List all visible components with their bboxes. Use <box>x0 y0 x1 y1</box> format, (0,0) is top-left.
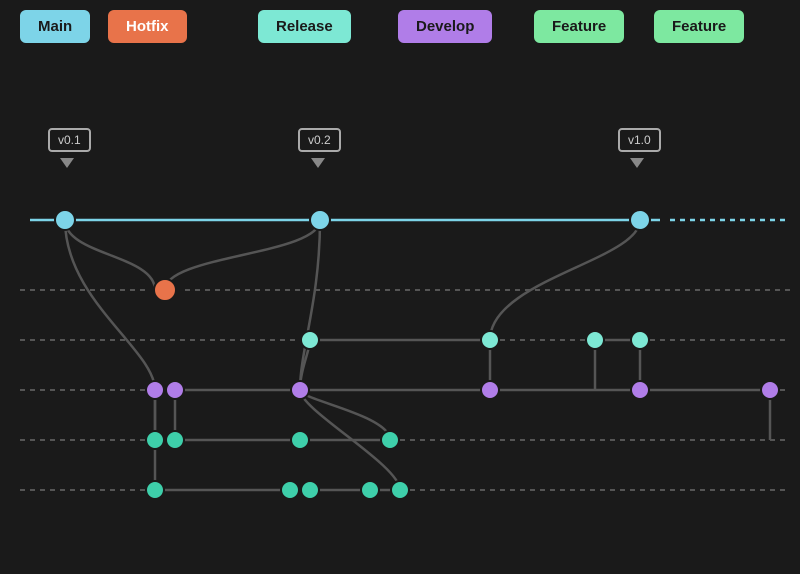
version-v10: v1.0 <box>618 128 661 152</box>
arrow-v01 <box>60 158 74 168</box>
branch-hotfix: Hotfix <box>108 10 187 43</box>
version-v02: v0.2 <box>298 128 341 152</box>
git-flow-diagram: Main Hotfix Release Develop Feature Feat… <box>0 0 800 574</box>
branch-release: Release <box>258 10 351 43</box>
branch-main: Main <box>20 10 90 43</box>
arrow-v10 <box>630 158 644 168</box>
version-v01: v0.1 <box>48 128 91 152</box>
branch-feature2: Feature <box>654 10 744 43</box>
branch-develop: Develop <box>398 10 492 43</box>
branch-feature1: Feature <box>534 10 624 43</box>
git-lines <box>0 0 800 574</box>
arrow-v02 <box>311 158 325 168</box>
